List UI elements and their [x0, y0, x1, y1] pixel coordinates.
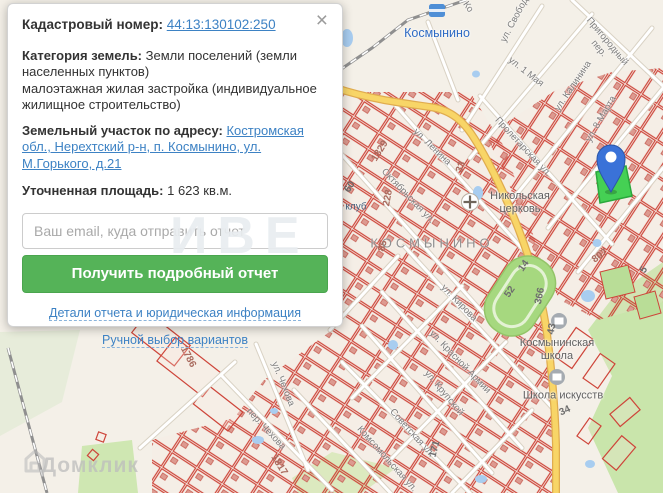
land-category-row: Категория земель: Земли поселений (земли… [22, 48, 328, 114]
get-report-button[interactable]: Получить подробный отчет [22, 254, 328, 293]
report-details-link[interactable]: Детали отчета и юридическая информация [49, 305, 301, 321]
address-row: Земельный участок по адресу: Костромская… [22, 123, 328, 173]
art-school-icon [549, 369, 565, 385]
land-category-label: Категория земель: [22, 47, 143, 63]
email-input[interactable] [22, 212, 328, 249]
school-icon [551, 313, 567, 329]
station-icon [429, 4, 445, 17]
cadastral-number-label: Кадастровый номер: [22, 17, 163, 32]
address-label: Земельный участок по адресу: [22, 122, 223, 138]
manual-selection-link[interactable]: Ручной выбор вариантов [102, 333, 248, 348]
map-page: Ко ул. Свободы Пригородный пер. ул. 1 Мая ул… [0, 0, 663, 493]
area-value: 1 623 кв.м. [167, 183, 233, 198]
cadastral-number-row: Кадастровый номер: 44:13:130102:250 [22, 17, 328, 34]
cadastral-number-link[interactable]: 44:13:130102:250 [167, 17, 276, 32]
domclick-logo-icon [24, 449, 46, 473]
close-button[interactable]: × [310, 8, 334, 33]
area-row: Уточненная площадь: 1 623 кв.м. [22, 183, 328, 200]
area-label: Уточненная площадь: [22, 183, 164, 198]
land-category-extra: малоэтажная жилая застройка (индивидуаль… [22, 80, 317, 113]
church-icon [461, 193, 479, 211]
cadastral-info-panel: × Кадастровый номер: 44:13:130102:250 Ка… [7, 3, 343, 348]
